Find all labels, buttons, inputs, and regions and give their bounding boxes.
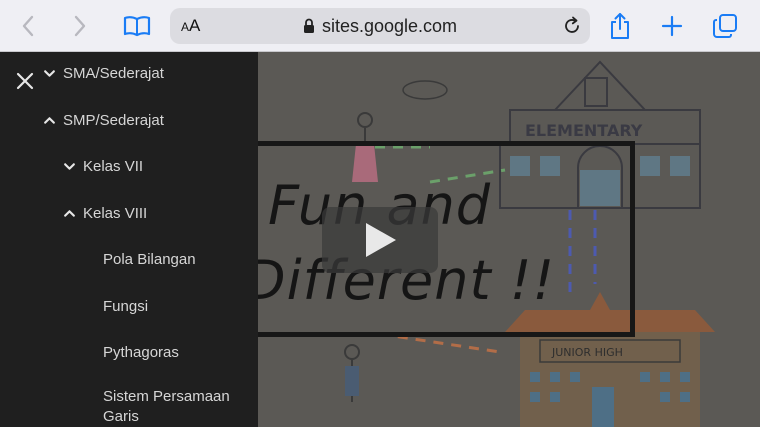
nav-item-kelas-vii[interactable]: Kelas VII	[0, 155, 258, 177]
sign-elementary: ELEMENTARY	[525, 121, 643, 140]
nav-item-label: Pythagoras	[103, 343, 179, 361]
nav-item-label: Kelas VIII	[83, 204, 148, 222]
nav-item-label: Fungsi	[103, 297, 149, 315]
bookmarks-button[interactable]	[115, 0, 159, 52]
chevron-up-icon	[64, 209, 75, 217]
nav-item-kelas-viii[interactable]: Kelas VIII	[0, 202, 258, 224]
tabs-icon	[713, 14, 737, 38]
nav-item-pythagoras[interactable]: Pythagoras	[0, 341, 258, 363]
tabs-button[interactable]	[703, 0, 747, 52]
nav-item-sma[interactable]: SMA/Sederajat	[0, 62, 258, 84]
nav-item-label: SMA/Sederajat	[63, 64, 164, 82]
chevron-right-icon	[74, 15, 86, 37]
nav-item-sistem-persamaan-garis[interactable]: Sistem Persamaan Garis	[0, 387, 258, 427]
nav-item-label-line-2: Garis	[103, 408, 139, 425]
reload-icon[interactable]	[562, 16, 582, 36]
nav-item-pola-bilangan[interactable]: Pola Bilangan	[0, 248, 258, 270]
browser-toolbar: AA sites.google.com	[0, 0, 760, 52]
sign-junior-high: JUNIOR HIGH	[551, 346, 623, 359]
share-icon	[611, 13, 629, 39]
nav-item-label-line-1: Sistem Persamaan	[103, 388, 230, 405]
chevron-up-icon	[44, 116, 55, 124]
nav-item-smp[interactable]: SMP/Sederajat	[0, 109, 258, 131]
play-button[interactable]	[322, 207, 438, 273]
navigation-drawer: SMA/Sederajat SMP/Sederajat Kelas VII Ke…	[0, 52, 258, 427]
back-button[interactable]	[6, 0, 50, 52]
chevron-down-icon	[44, 69, 55, 77]
url-text: sites.google.com	[321, 16, 458, 36]
nav-item-label: Pola Bilangan	[103, 250, 196, 268]
new-tab-button[interactable]	[650, 0, 694, 52]
share-button[interactable]	[598, 0, 642, 52]
chevron-left-icon	[22, 15, 34, 37]
lock-icon	[303, 18, 314, 33]
plus-icon	[661, 15, 683, 37]
chevron-down-icon	[64, 162, 75, 170]
address-bar[interactable]: AA sites.google.com	[170, 8, 590, 44]
play-icon	[366, 223, 396, 257]
url-display[interactable]: sites.google.com	[170, 8, 590, 44]
forward-button[interactable]	[58, 0, 102, 52]
nav-item-fungsi[interactable]: Fungsi	[0, 295, 258, 317]
nav-item-label: Kelas VII	[83, 157, 144, 175]
nav-item-label: SMP/Sederajat	[63, 111, 164, 129]
book-icon	[123, 16, 151, 37]
